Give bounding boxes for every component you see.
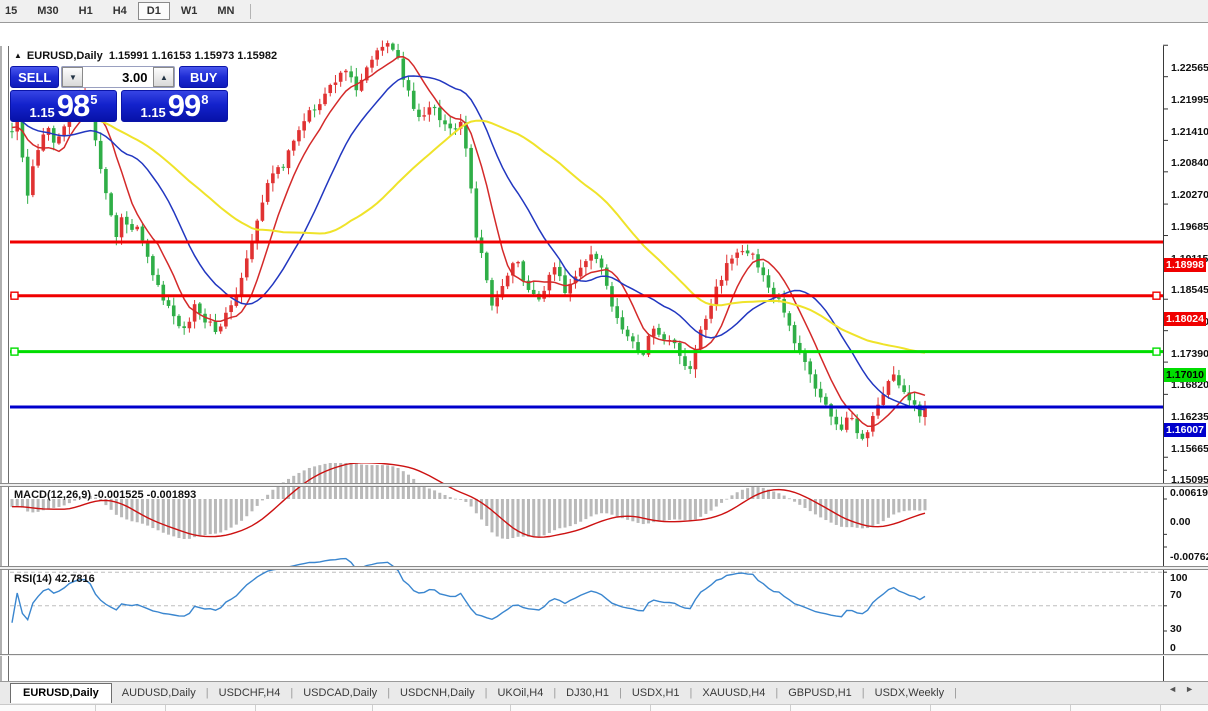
tab-audusd-daily[interactable]: AUDUSD,Daily [112,687,206,699]
price-axis-tick: 1.20840 [1171,157,1207,169]
bottom-strip-divider [510,705,511,711]
timeframe-button-h1[interactable]: H1 [70,2,102,20]
timeframe-button-15[interactable]: 15 [0,2,26,20]
bottom-strip-divider [790,705,791,711]
hline-handle[interactable] [11,292,18,299]
mt4-window: 15M30H1H4D1W1MN ▲ EURUSD,Daily 1.15991 1.… [0,0,1208,711]
timeframe-toolbar: 15M30H1H4D1W1MN [0,0,1208,23]
sell-button[interactable]: SELL [10,66,59,88]
macd-axis-tick: 0.006193 [1170,487,1208,499]
tab-xauusd-h4[interactable]: XAUUSD,H4 [692,687,775,699]
sell-price-main: 98 [57,92,89,120]
rsi-axis-tick: 70 [1170,589,1182,601]
tab-gbpusd-h1[interactable]: GBPUSD,H1 [778,687,862,699]
volume-control: ▼ ▲ [61,66,175,88]
chart-plot-area[interactable] [0,23,1208,711]
timeframe-button-m30[interactable]: M30 [28,2,67,20]
volume-decrease-icon[interactable]: ▼ [62,67,83,87]
price-axis-tick: 1.21995 [1171,94,1207,106]
tab-scroll-arrows: ◄► [1168,684,1202,694]
hline-handle[interactable] [1153,292,1160,299]
hline-1.17010[interactable] [10,348,1163,355]
sell-price-box[interactable]: 1.15 98 5 [10,90,117,122]
bottom-strip-divider [1160,705,1161,711]
price-level-label: 1.18024 [1164,312,1206,326]
one-click-trading-panel: SELL ▼ ▲ BUY 1.15 98 5 1.15 99 8 [10,66,228,122]
symbol-marker-icon: ▲ [14,51,22,60]
macd-axis-tick: -0.00762 [1170,551,1208,563]
toolbar-separator [250,4,251,19]
price-level-label: 1.16007 [1164,423,1206,437]
timeframe-button-w1[interactable]: W1 [172,2,207,20]
window-frame-inner [8,46,9,703]
buy-price-pip: 8 [201,92,208,107]
panel-splitter-macd[interactable] [0,483,1208,487]
chart-tab-bar: EURUSD,DailyAUDUSD,Daily|USDCHF,H4|USDCA… [0,681,1208,704]
tab-usdchf-h4[interactable]: USDCHF,H4 [209,687,291,699]
buy-price-prefix: 1.15 [140,105,165,120]
rsi-label: RSI(14) 42.7816 [14,573,95,585]
tab-scroll-right-icon[interactable]: ► [1185,684,1202,694]
tab-usdx-h1[interactable]: USDX,H1 [622,687,690,699]
sell-price-prefix: 1.15 [29,105,54,120]
chart-title-ohlc: 1.15991 1.16153 1.15973 1.15982 [109,50,277,62]
macd-axis-tick: 0.00 [1170,516,1190,528]
tab-usdcad-daily[interactable]: USDCAD,Daily [293,687,387,699]
price-axis-tick: 1.22565 [1171,62,1207,74]
chart-title-symbol: EURUSD,Daily [27,50,103,62]
timeframe-button-d1[interactable]: D1 [138,2,170,20]
hline-handle[interactable] [11,348,18,355]
price-level-label: 1.17010 [1164,368,1206,382]
bottom-strip-divider [95,705,96,711]
tab-separator: | [954,687,957,699]
rsi-axis-tick: 100 [1170,572,1188,584]
trade-prices-row: 1.15 98 5 1.15 99 8 [10,90,228,122]
bottom-strip-divider [650,705,651,711]
tab-dj30-h1[interactable]: DJ30,H1 [556,687,619,699]
bottom-strip-divider [1070,705,1071,711]
timeframe-button-mn[interactable]: MN [208,2,243,20]
price-axis-tick: 1.15095 [1171,474,1207,486]
bottom-strip-divider [930,705,931,711]
bottom-strip-divider [255,705,256,711]
tab-ukoil-h4[interactable]: UKOil,H4 [487,687,553,699]
volume-increase-icon[interactable]: ▲ [153,67,174,87]
bottom-strip [0,704,1208,711]
price-axis-tick: 1.17390 [1171,348,1207,360]
price-axis-tick: 1.15665 [1171,443,1207,455]
tab-usdcnh-daily[interactable]: USDCNH,Daily [390,687,485,699]
price-axis-tick: 1.21410 [1171,126,1207,138]
timeframe-button-h4[interactable]: H4 [104,2,136,20]
buy-price-main: 99 [168,92,200,120]
price-axis-tick: 1.16235 [1171,411,1207,423]
tab-eurusd-daily[interactable]: EURUSD,Daily [10,683,112,703]
price-axis-tick: 1.19685 [1171,221,1207,233]
tab-usdx-weekly[interactable]: USDX,Weekly [865,687,954,699]
buy-button[interactable]: BUY [179,66,228,88]
buy-price-box[interactable]: 1.15 99 8 [121,90,228,122]
window-frame-outer [0,46,2,703]
trade-controls-row: SELL ▼ ▲ BUY [10,66,228,88]
chart-region: ▲ EURUSD,Daily 1.15991 1.16153 1.15973 1.… [0,23,1208,711]
bottom-strip-divider [165,705,166,711]
price-axis-tick: 1.20270 [1171,189,1207,201]
price-level-label: 1.18998 [1164,258,1206,272]
rsi-axis-tick: 0 [1170,642,1176,654]
hline-handle[interactable] [1153,348,1160,355]
bottom-strip-divider [372,705,373,711]
macd-label: MACD(12,26,9) -0.001525 -0.001893 [14,489,196,501]
panel-splitter-rsi[interactable] [0,566,1208,570]
sell-price-pip: 5 [90,92,97,107]
volume-input[interactable] [83,67,153,87]
rsi-axis-tick: 30 [1170,623,1182,635]
tab-scroll-left-icon[interactable]: ◄ [1168,684,1185,694]
chart-title: ▲ EURUSD,Daily 1.15991 1.16153 1.15973 1.… [14,50,277,62]
price-axis-tick: 1.18545 [1171,284,1207,296]
date-axis-separator [0,654,1208,656]
